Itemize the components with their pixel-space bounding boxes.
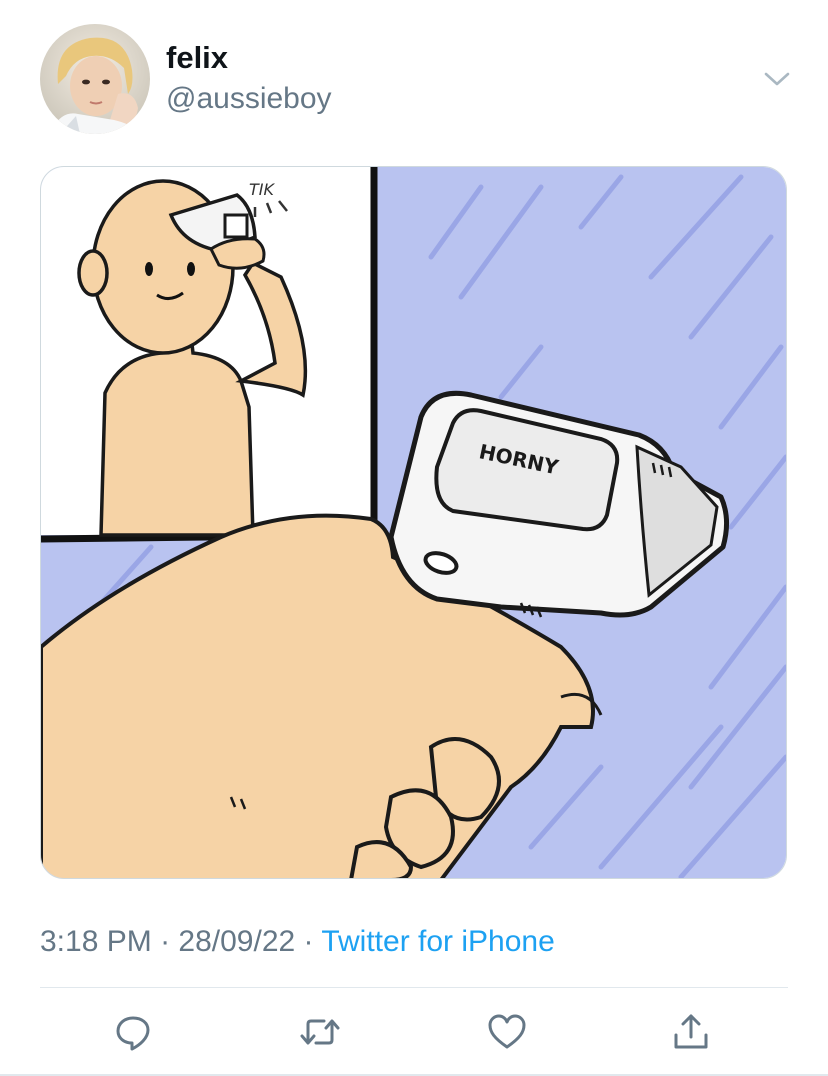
tweet-time[interactable]: 3:18 PM xyxy=(40,925,152,958)
heart-icon[interactable] xyxy=(477,1004,537,1060)
avatar[interactable] xyxy=(40,24,150,134)
divider xyxy=(40,987,788,988)
reply-icon[interactable] xyxy=(103,1004,163,1060)
user-handle[interactable]: @aussieboy xyxy=(166,82,332,116)
tweet-actions xyxy=(0,1004,828,1064)
meta-separator: · xyxy=(160,925,171,958)
retweet-icon[interactable] xyxy=(290,1004,350,1060)
tweet-client-link[interactable]: Twitter for iPhone xyxy=(321,925,554,958)
tweet-meta: 3:18 PM · 28/09/22 · Twitter for iPhone xyxy=(40,925,555,959)
chevron-down-icon[interactable] xyxy=(760,64,794,94)
meta-separator: · xyxy=(303,925,314,958)
sfx-text: TIK xyxy=(249,180,275,199)
tweet-media-image[interactable]: TIK HORNY xyxy=(40,166,787,879)
tweet-date[interactable]: 28/09/22 xyxy=(178,925,295,958)
display-name[interactable]: felix xyxy=(166,40,228,76)
share-icon[interactable] xyxy=(661,1004,721,1060)
